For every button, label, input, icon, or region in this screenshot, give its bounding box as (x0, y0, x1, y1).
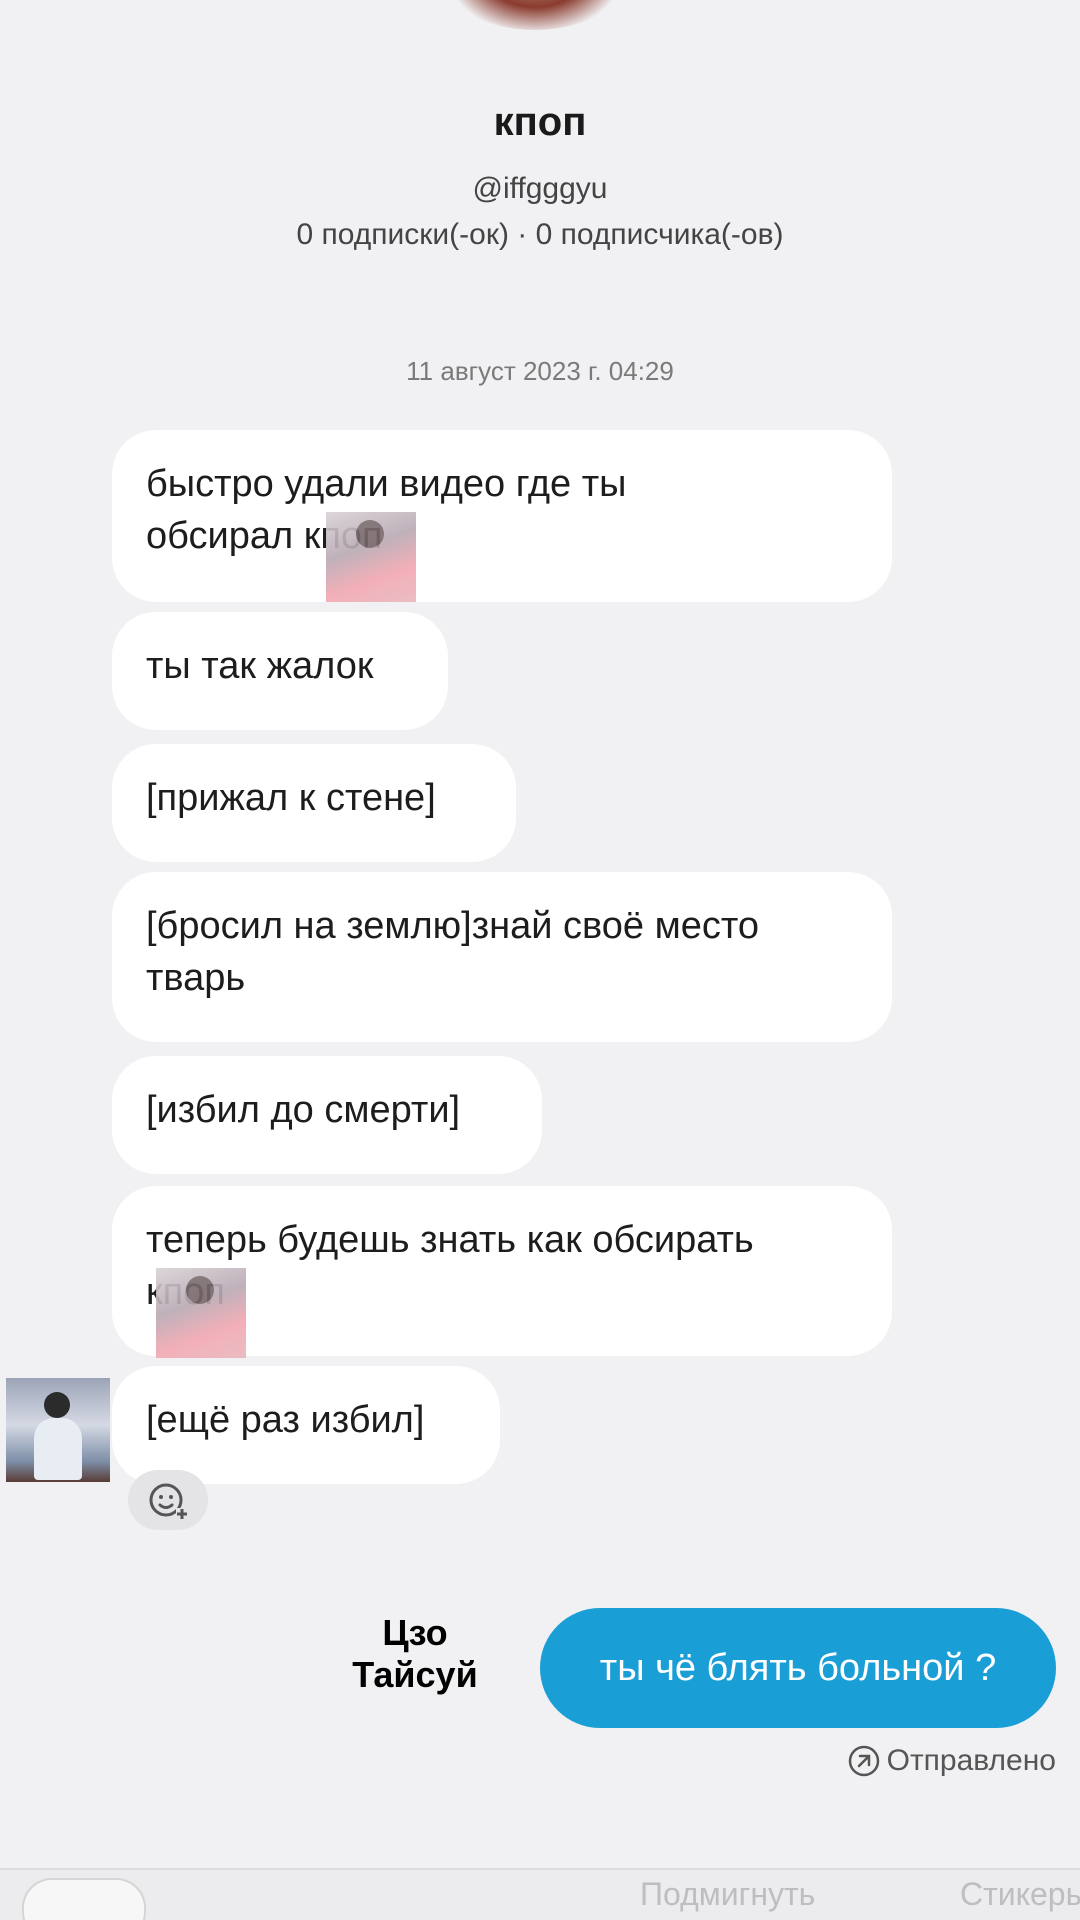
sent-status-text: Отправлено (886, 1744, 1056, 1777)
overlay-caption-line: Тайсуй (352, 1654, 478, 1695)
message-text: [ещё раз избил] (146, 1399, 425, 1441)
sent-message-text: ты чё блять больной ? (599, 1646, 997, 1689)
sticker-icon (156, 1268, 246, 1358)
sticker-icon (326, 512, 416, 602)
profile-handle: @iffgggyu (472, 172, 608, 205)
message-text: ты так жалок (146, 645, 374, 687)
sender-avatar[interactable] (6, 1378, 110, 1482)
sticker-thumbnail[interactable] (22, 1878, 146, 1920)
sent-status-icon (848, 1745, 879, 1777)
message-text: [избил до смерти] (146, 1089, 461, 1131)
chat-timestamp: 11 август 2023 г. 04:29 (406, 356, 674, 386)
chat-screen: кпоп @iffgggyu 0 подписки(-ок) · 0 подпи… (0, 0, 1080, 1920)
message-bubble[interactable]: ты так жалок (112, 612, 448, 730)
message-bubble[interactable]: [прижал к стене] (112, 744, 516, 862)
overlay-caption: Цзо Тайсуй (330, 1612, 500, 1696)
profile-avatar[interactable] (450, 0, 620, 30)
message-text: кпоп (146, 1266, 858, 1318)
add-reaction-button[interactable] (128, 1470, 208, 1530)
sent-message-bubble[interactable]: ты чё блять больной ? (540, 1608, 1056, 1728)
message-text: быстро удали видео где ты (146, 463, 627, 505)
message-bubble[interactable]: [бросил на землю]знай своё место тварь (112, 872, 892, 1042)
message-text: [прижал к стене] (146, 777, 436, 819)
message-bubble[interactable]: [ещё раз избил] (112, 1366, 500, 1484)
message-bubble[interactable]: [избил до смерти] (112, 1056, 542, 1174)
profile-name: кпоп (493, 100, 587, 144)
add-reaction-icon (149, 1483, 188, 1520)
bottom-toolbar: Подмигнуть Стикеры (0, 1868, 1080, 1920)
message-bubble[interactable]: быстро удали видео где ты обсирал кпоп (112, 430, 892, 602)
message-text: теперь будешь знать как обсирать (146, 1219, 754, 1261)
sent-status: Отправлено (847, 1744, 1056, 1778)
profile-stats: 0 подписки(-ок) · 0 подписчика(-ов) (296, 218, 784, 251)
message-text: обсирал кпоп (146, 515, 383, 557)
overlay-caption-line: Цзо (382, 1612, 448, 1653)
wink-button[interactable]: Подмигнуть (640, 1876, 815, 1913)
message-text: тварь (146, 957, 246, 999)
stickers-button[interactable]: Стикеры (960, 1876, 1080, 1913)
message-text: [бросил на землю]знай своё место (146, 905, 759, 947)
